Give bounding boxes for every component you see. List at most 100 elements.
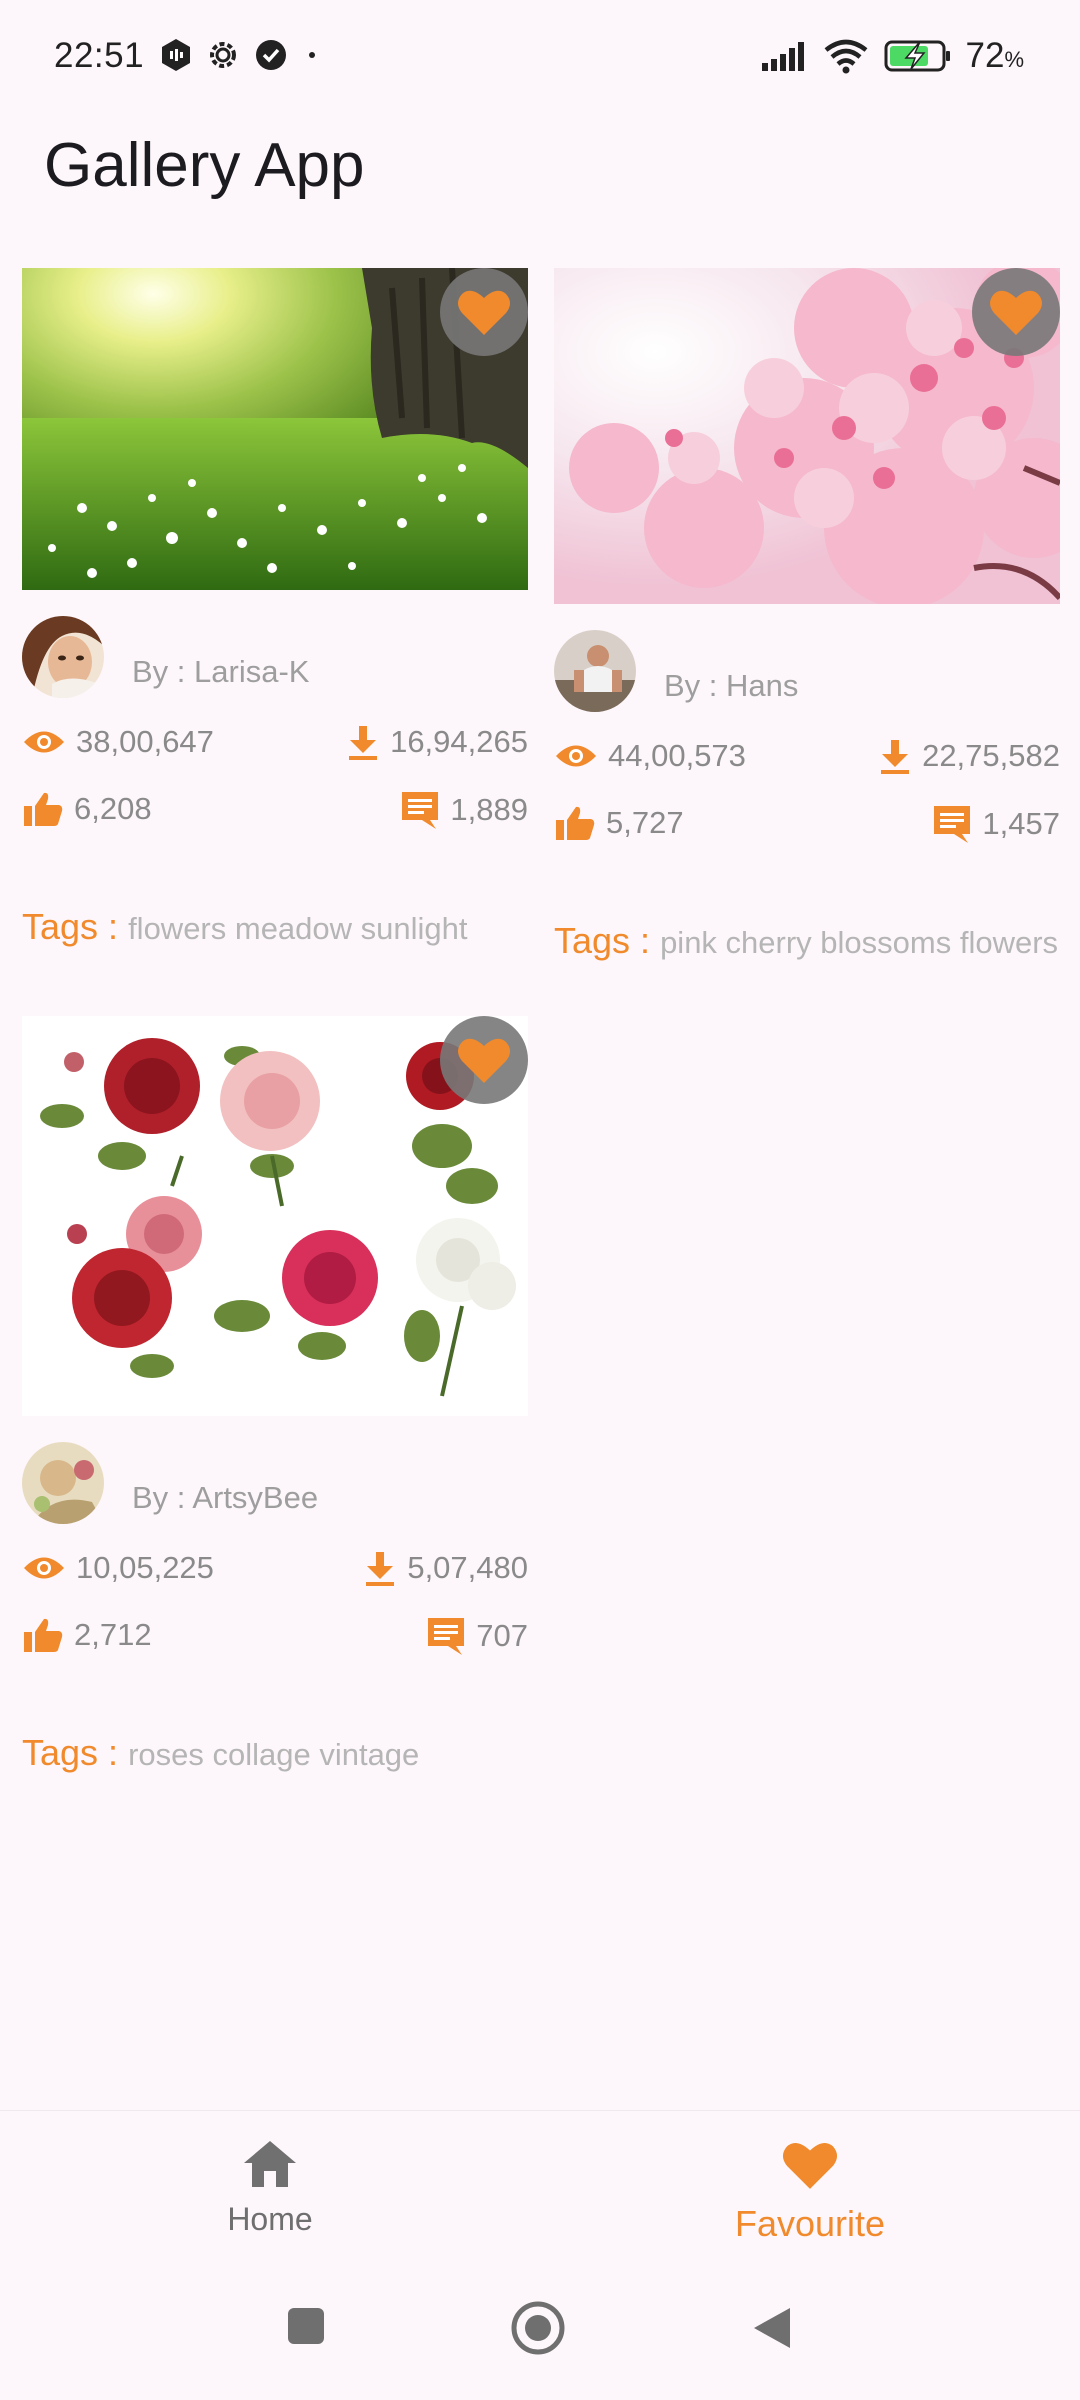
stats-row-views-downloads: 44,00,573 22,75,582	[554, 730, 1060, 796]
card-image[interactable]	[22, 268, 528, 590]
views-stat: 10,05,225	[22, 1550, 214, 1586]
recents-square-icon[interactable]	[286, 2306, 326, 2346]
author-prefix: By :	[132, 654, 195, 689]
comments-stat: 1,889	[400, 790, 528, 830]
likes-stat: 6,208	[22, 790, 152, 828]
home-circle-icon[interactable]	[510, 2300, 566, 2356]
author-avatar-image	[554, 630, 636, 712]
system-navigation-bar	[0, 2270, 1080, 2400]
heart-icon	[990, 290, 1042, 335]
downloads-count: 22,75,582	[922, 738, 1060, 773]
thumb-up-icon	[24, 1618, 63, 1652]
thumb-up-icon	[556, 806, 595, 840]
avatar	[22, 1442, 104, 1524]
status-time: 22:51	[54, 36, 145, 75]
comment-icon	[402, 792, 439, 829]
check-circle-icon	[256, 40, 286, 70]
comments-count: 707	[476, 1618, 528, 1653]
page-title: Gallery App	[44, 131, 365, 200]
bottom-navigation: Home Favourite	[0, 2110, 1080, 2270]
card-image[interactable]	[554, 268, 1060, 604]
stats-row-likes-comments: 6,208 1,889	[22, 782, 528, 848]
wifi-icon	[824, 39, 867, 74]
likes-count: 2,712	[74, 1617, 152, 1652]
author-name: By : Hans	[664, 668, 798, 704]
views-count: 10,05,225	[76, 1550, 214, 1585]
tags-value: pink cherry blossoms flowers	[660, 925, 1059, 960]
author-name: By : ArtsyBee	[132, 1480, 318, 1516]
eye-icon	[556, 745, 596, 767]
nav-home-tab[interactable]: Home	[120, 2139, 420, 2238]
views-stat: 38,00,647	[22, 724, 214, 760]
image-card[interactable]: By : Larisa-K 38,00,647 16,94,265 6,208 …	[22, 268, 528, 956]
settings-gear-icon	[210, 42, 236, 68]
battery-unit: %	[1004, 47, 1024, 72]
nav-home-label: Home	[227, 2201, 313, 2237]
heart-icon	[782, 2142, 838, 2189]
comments-stat: 1,457	[932, 804, 1060, 844]
comments-count: 1,889	[450, 792, 528, 827]
comment-icon	[428, 1618, 465, 1655]
back-triangle-icon[interactable]	[752, 2306, 792, 2350]
author-label: Larisa-K	[194, 654, 310, 689]
downloads-stat: 5,07,480	[363, 1550, 528, 1586]
author-avatar-image	[22, 1442, 104, 1524]
dot-icon	[309, 52, 315, 58]
image-card[interactable]: By : ArtsyBee 10,05,225 5,07,480 2,712 7…	[22, 1016, 528, 1782]
heart-icon	[458, 1038, 510, 1083]
views-stat: 44,00,573	[554, 738, 746, 774]
battery-percent: 72	[965, 36, 1005, 75]
eye-icon	[24, 1557, 64, 1579]
likes-stat: 2,712	[22, 1616, 152, 1654]
stats-row-likes-comments: 5,727 1,457	[554, 796, 1060, 862]
tags-label: Tags :	[22, 1732, 129, 1773]
avatar	[22, 616, 104, 698]
status-system-icons: 72%	[760, 36, 1024, 76]
comments-count: 1,457	[982, 806, 1060, 841]
favourite-toggle-button[interactable]	[440, 1016, 528, 1104]
status-bar: 22:51 72%	[0, 0, 1080, 116]
stats-row-likes-comments: 2,712 707	[22, 1608, 528, 1674]
author-prefix: By :	[664, 668, 727, 703]
favourite-toggle-button[interactable]	[440, 268, 528, 356]
likes-count: 6,208	[74, 791, 152, 826]
author-label: ArtsyBee	[192, 1480, 319, 1515]
download-icon	[881, 740, 910, 774]
battery-charging-icon	[884, 40, 950, 72]
downloads-stat: 16,94,265	[346, 724, 528, 760]
tags-value: flowers meadow sunlight	[128, 911, 468, 946]
tags-label: Tags :	[554, 920, 661, 961]
likes-stat: 5,727	[554, 804, 684, 842]
downloads-count: 16,94,265	[390, 724, 528, 759]
comment-icon	[934, 806, 971, 843]
views-count: 38,00,647	[76, 724, 214, 759]
nav-favourite-label: Favourite	[734, 2203, 886, 2244]
author-avatar-image	[22, 616, 104, 698]
status-notification-icons	[160, 38, 322, 72]
nav-favourite-tab[interactable]: Favourite	[660, 2139, 960, 2245]
signal-icon	[761, 42, 804, 71]
eye-icon	[24, 731, 64, 753]
author-row: By : Larisa-K	[22, 616, 528, 716]
image-card[interactable]: By : Hans 44,00,573 22,75,582 5,727 1,45…	[554, 268, 1060, 970]
thumb-up-icon	[24, 792, 63, 826]
download-icon	[349, 726, 378, 760]
stats-row-views-downloads: 38,00,647 16,94,265	[22, 716, 528, 782]
app-notification-icon	[162, 39, 190, 71]
author-name: By : Larisa-K	[132, 654, 309, 690]
tags-label: Tags :	[22, 906, 129, 947]
tags-row: Tags : flowers meadow sunlight	[22, 900, 528, 956]
tags-row: Tags : roses collage vintage	[22, 1726, 528, 1782]
author-label: Hans	[726, 668, 799, 703]
tags-value: roses collage vintage	[128, 1737, 420, 1772]
download-icon	[366, 1552, 395, 1586]
author-prefix: By :	[132, 1480, 193, 1515]
downloads-stat: 22,75,582	[878, 738, 1060, 774]
likes-count: 5,727	[606, 805, 684, 840]
tags-row: Tags : pink cherry blossoms flowers	[554, 914, 1060, 970]
author-row: By : ArtsyBee	[22, 1442, 528, 1542]
card-image[interactable]	[22, 1016, 528, 1416]
views-count: 44,00,573	[608, 738, 746, 773]
avatar	[554, 630, 636, 712]
favourite-toggle-button[interactable]	[972, 268, 1060, 356]
